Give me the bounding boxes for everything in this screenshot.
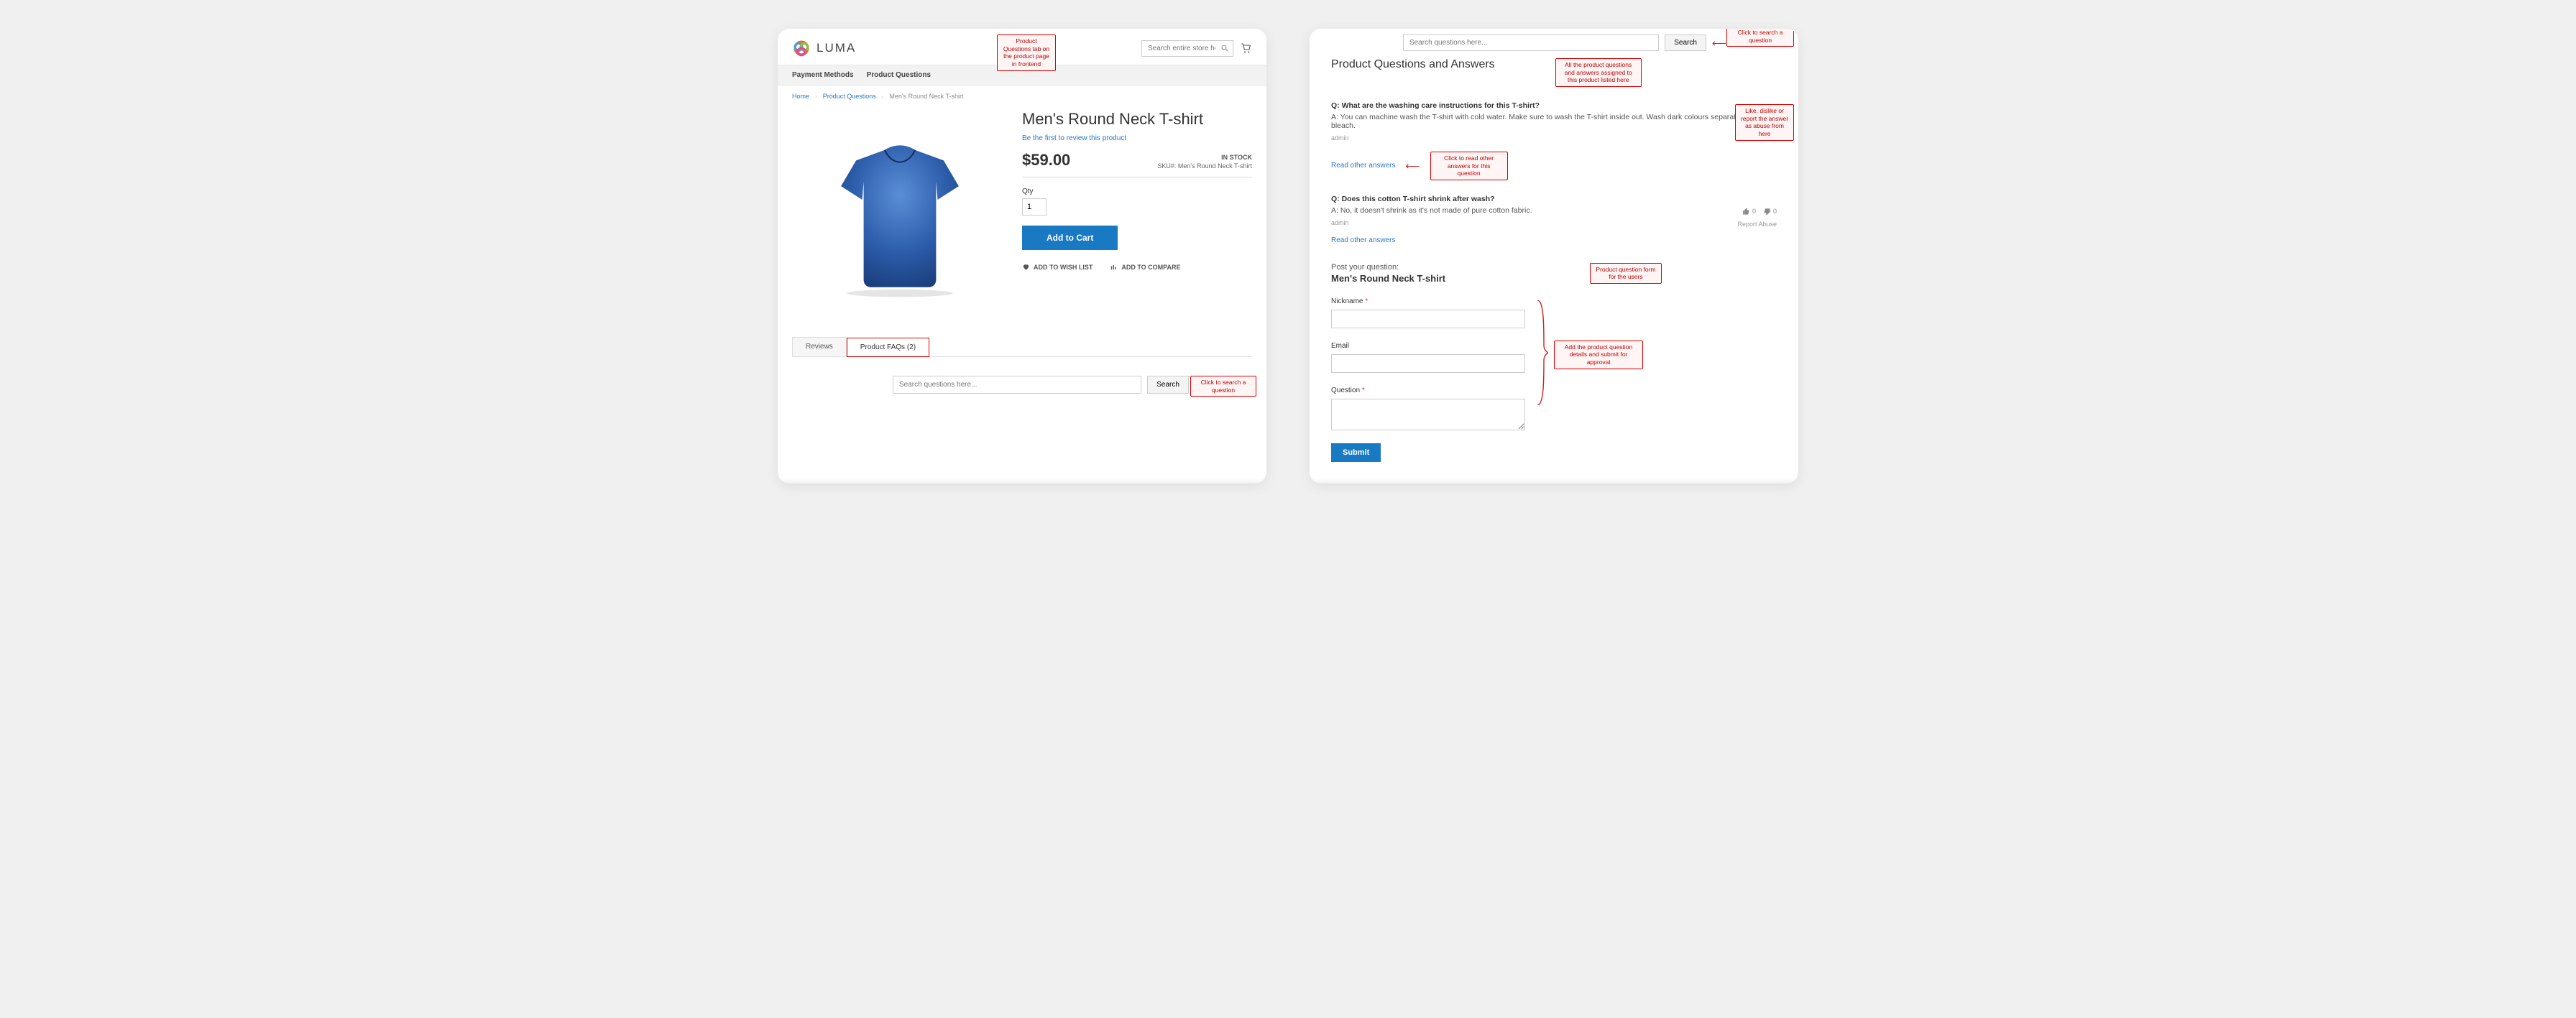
right-panel: Search ⟵ Click to search a question Prod… <box>1310 29 1798 483</box>
qa-section-title: Product Questions and Answers <box>1331 58 1495 71</box>
chevron-right-icon: › <box>815 93 817 100</box>
sku-value: Men's Round Neck T-shirt <box>1178 162 1252 170</box>
submit-button[interactable]: Submit <box>1331 443 1381 462</box>
store-logo[interactable]: LUMA <box>792 39 856 57</box>
breadcrumb-current: Men's Round Neck T-shirt <box>889 93 963 100</box>
nickname-input[interactable] <box>1331 310 1525 328</box>
add-to-compare-link[interactable]: ADD TO COMPARE <box>1110 263 1180 271</box>
qa-search-button[interactable]: Search <box>1665 34 1706 51</box>
product-image[interactable] <box>792 107 1008 323</box>
nav-payment-methods[interactable]: Payment Methods <box>792 71 854 79</box>
cart-icon[interactable] <box>1241 42 1252 54</box>
callout-question-list: All the product questions and answers as… <box>1555 58 1642 87</box>
callout-search-question: Click to search a question <box>1726 29 1794 47</box>
global-search-input[interactable] <box>1141 40 1233 57</box>
qty-label: Qty <box>1022 188 1252 195</box>
callout-question-form: Product question form for the users <box>1590 263 1662 284</box>
sku-label: SKU#: <box>1157 162 1176 170</box>
question-text: Q: Does this cotton T-shirt shrink after… <box>1331 195 1777 203</box>
header: LUMA Product Questions tab on the produc… <box>778 29 1266 65</box>
breadcrumb-home[interactable]: Home <box>792 93 809 100</box>
logo-icon <box>792 39 811 57</box>
stock-status: IN STOCK <box>1157 154 1252 161</box>
product-tabs: Reviews Product FAQs (2) <box>792 337 1252 357</box>
post-question-form: Post your question: Men's Round Neck T-s… <box>1331 263 1777 462</box>
header-right <box>1141 40 1252 57</box>
search-icon[interactable] <box>1220 44 1229 52</box>
tab-product-faqs[interactable]: Product FAQs (2) <box>847 338 929 357</box>
review-cta-link[interactable]: Be the first to review this product <box>1022 134 1252 142</box>
breadcrumb: Home › Product Questions › Men's Round N… <box>778 85 1266 107</box>
qty-input[interactable] <box>1022 198 1046 216</box>
heart-icon <box>1022 263 1030 271</box>
answer-text: A: You can machine wash the T-shirt with… <box>1331 113 1777 130</box>
email-input[interactable] <box>1331 354 1525 373</box>
qa-item: Q: Does this cotton T-shirt shrink after… <box>1331 195 1777 244</box>
question-label: Question * <box>1331 387 1365 394</box>
faq-search-row: Search ⟵ Click to search a question <box>778 357 1266 412</box>
left-panel: LUMA Product Questions tab on the produc… <box>778 29 1266 483</box>
read-other-answers-link[interactable]: Read other answers <box>1331 162 1396 170</box>
add-to-cart-button[interactable]: Add to Cart <box>1022 226 1118 250</box>
nickname-label: Nickname * <box>1331 297 1368 305</box>
post-question-product-title: Men's Round Neck T-shirt <box>1331 273 1777 284</box>
qa-search-input[interactable] <box>1403 34 1659 51</box>
question-text: Q: What are the washing care instruction… <box>1331 101 1777 110</box>
nav-product-questions[interactable]: Product Questions <box>867 71 931 79</box>
email-label: Email <box>1331 342 1349 350</box>
thumb-up-icon <box>1742 208 1750 216</box>
answer-author: admin <box>1331 219 1777 226</box>
report-abuse-link[interactable]: Report Abuse <box>1737 221 1777 228</box>
read-other-answers-link[interactable]: Read other answers <box>1331 236 1396 244</box>
product-price: $59.00 <box>1022 151 1070 170</box>
thumb-down-icon <box>1763 208 1771 216</box>
callout-read-other: Click to read other answers for this que… <box>1430 152 1508 180</box>
add-to-wishlist-link[interactable]: ADD TO WISH LIST <box>1022 263 1092 271</box>
faq-search-input[interactable] <box>893 376 1141 394</box>
qa-item: Q: What are the washing care instruction… <box>1331 101 1777 180</box>
product-main: Men's Round Neck T-shirt Be the first to… <box>778 107 1266 337</box>
post-question-label: Post your question: <box>1331 263 1777 272</box>
callout-like-report: Like, dislike or report the answer as ab… <box>1735 104 1794 141</box>
qa-search-row: Search ⟵ Click to search a question <box>1310 29 1798 54</box>
qa-body: Product Questions and Answers All the pr… <box>1310 54 1798 483</box>
compare-icon <box>1110 263 1118 271</box>
callout-product-questions-tab: Product Questions tab on the product pag… <box>997 34 1056 71</box>
callout-add-question-details: Add the product question details and sub… <box>1554 341 1643 369</box>
chevron-right-icon: › <box>882 93 884 100</box>
product-title: Men's Round Neck T-shirt <box>1022 110 1252 129</box>
answer-text: A: No, it doesn't shrink as it's not mad… <box>1331 206 1777 215</box>
faq-search-button[interactable]: Search <box>1147 376 1189 394</box>
question-textarea[interactable] <box>1331 399 1525 430</box>
dislike-button[interactable]: 0 <box>1763 208 1777 216</box>
logo-text: LUMA <box>816 41 856 55</box>
tab-reviews[interactable]: Reviews <box>792 337 847 356</box>
callout-search-question: Click to search a question <box>1190 376 1256 397</box>
product-info: Men's Round Neck T-shirt Be the first to… <box>1022 107 1252 323</box>
answer-author: admin <box>1331 134 1777 142</box>
vote-row: 0 0 <box>1742 208 1777 216</box>
like-button[interactable]: 0 <box>1742 208 1756 216</box>
breadcrumb-product-questions[interactable]: Product Questions <box>823 93 876 100</box>
